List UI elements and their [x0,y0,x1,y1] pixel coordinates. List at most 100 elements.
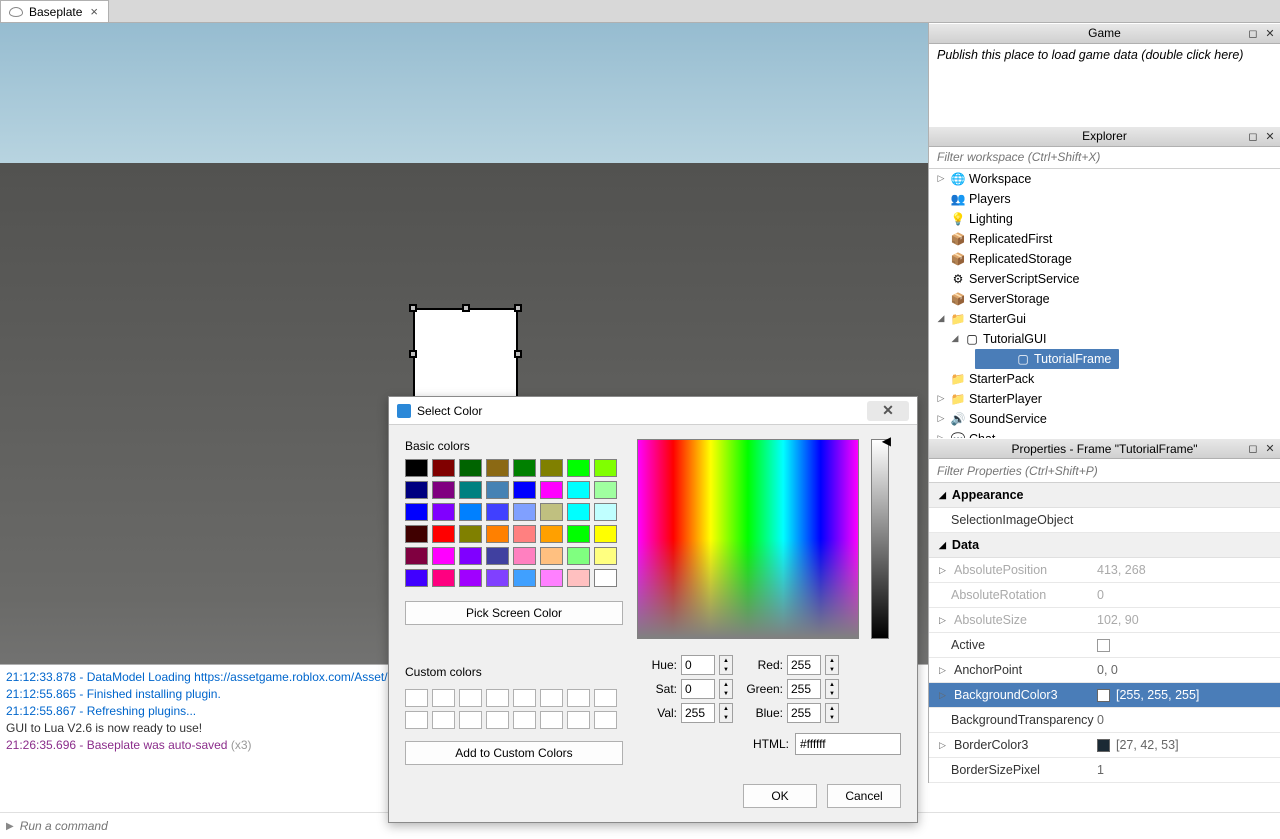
tree-item-replicatedfirst[interactable]: 📦ReplicatedFirst [929,229,1280,249]
tree-item-startergui[interactable]: ◢📁StarterGui [929,309,1280,329]
blue-input[interactable] [787,703,821,723]
basic-color-swatch[interactable] [540,547,563,565]
section-data[interactable]: ◢Data [929,533,1280,558]
value-strip[interactable] [871,439,889,639]
expand-arrow-icon[interactable]: ◢ [949,333,961,344]
expand-arrow-icon[interactable]: ▷ [935,173,947,184]
basic-color-swatch[interactable] [405,525,428,543]
basic-color-swatch[interactable] [459,547,482,565]
custom-color-slot[interactable] [594,689,617,707]
spinner[interactable]: ▲▼ [825,679,839,699]
undock-icon[interactable]: ◻ [1246,129,1260,143]
add-custom-color-button[interactable]: Add to Custom Colors [405,741,623,765]
sat-input[interactable] [681,679,715,699]
basic-color-swatch[interactable] [432,547,455,565]
explorer-filter-input[interactable] [929,147,1280,168]
custom-color-slot[interactable] [513,711,536,729]
undock-icon[interactable]: ◻ [1246,26,1260,40]
basic-color-swatch[interactable] [459,569,482,587]
basic-color-swatch[interactable] [567,569,590,587]
custom-color-slot[interactable] [486,689,509,707]
close-icon[interactable]: ✕ [1263,26,1277,40]
basic-color-swatch[interactable] [513,547,536,565]
html-input[interactable] [795,733,901,755]
basic-color-swatch[interactable] [459,459,482,477]
close-icon[interactable]: ✕ [1263,129,1277,143]
basic-color-swatch[interactable] [594,459,617,477]
basic-color-swatch[interactable] [594,569,617,587]
custom-color-slot[interactable] [405,689,428,707]
tree-item-serverstorage[interactable]: 📦ServerStorage [929,289,1280,309]
prop-backgroundtransparency[interactable]: BackgroundTransparency0 [929,708,1280,733]
basic-color-swatch[interactable] [486,547,509,565]
custom-color-slot[interactable] [432,689,455,707]
basic-color-swatch[interactable] [486,481,509,499]
basic-color-swatch[interactable] [540,525,563,543]
basic-color-swatch[interactable] [432,459,455,477]
tree-item-soundservice[interactable]: ▷🔊SoundService [929,409,1280,429]
green-input[interactable] [787,679,821,699]
properties-filter-input[interactable] [929,459,1280,482]
expand-arrow-icon[interactable]: ◢ [935,313,947,324]
basic-color-swatch[interactable] [594,481,617,499]
spinner[interactable]: ▲▼ [719,679,733,699]
prop-backgroundcolor3[interactable]: ▷BackgroundColor3[255, 255, 255] [929,683,1280,708]
dialog-titlebar[interactable]: Select Color ✕ [389,397,917,425]
hue-input[interactable] [681,655,715,675]
basic-color-swatch[interactable] [459,503,482,521]
basic-color-swatch[interactable] [405,569,428,587]
tree-item-chat[interactable]: ▷💬Chat [929,429,1280,439]
custom-color-slot[interactable] [459,711,482,729]
custom-color-slot[interactable] [432,711,455,729]
basic-color-swatch[interactable] [459,481,482,499]
basic-color-swatch[interactable] [513,525,536,543]
handle-top[interactable] [462,304,470,312]
undock-icon[interactable]: ◻ [1246,442,1260,456]
hue-sat-field[interactable] [637,439,859,639]
tab-close-icon[interactable]: × [88,4,100,19]
custom-color-slot[interactable] [594,711,617,729]
prop-active[interactable]: Active [929,633,1280,658]
val-input[interactable] [681,703,715,723]
basic-color-swatch[interactable] [513,459,536,477]
checkbox-icon[interactable] [1097,639,1110,652]
tab-baseplate[interactable]: Baseplate × [0,0,109,22]
expand-arrow-icon[interactable]: ▷ [935,413,947,424]
spinner[interactable]: ▲▼ [825,655,839,675]
custom-color-slot[interactable] [540,689,563,707]
custom-color-slot[interactable] [513,689,536,707]
custom-color-slot[interactable] [405,711,428,729]
prop-anchorpoint[interactable]: ▷AnchorPoint0, 0 [929,658,1280,683]
basic-color-swatch[interactable] [540,481,563,499]
basic-color-swatch[interactable] [594,525,617,543]
red-input[interactable] [787,655,821,675]
custom-color-slot[interactable] [567,711,590,729]
basic-color-swatch[interactable] [432,503,455,521]
tree-item-tutorialgui[interactable]: ◢▢TutorialGUI [929,329,1280,349]
basic-color-swatch[interactable] [432,525,455,543]
basic-color-swatch[interactable] [486,569,509,587]
pick-screen-color-button[interactable]: Pick Screen Color [405,601,623,625]
basic-color-swatch[interactable] [594,503,617,521]
basic-color-swatch[interactable] [594,547,617,565]
basic-color-swatch[interactable] [486,459,509,477]
spinner[interactable]: ▲▼ [719,655,733,675]
game-panel-body[interactable]: Publish this place to load game data (do… [929,44,1280,126]
close-icon[interactable]: ✕ [867,401,909,421]
tree-item-starterplayer[interactable]: ▷📁StarterPlayer [929,389,1280,409]
basic-color-swatch[interactable] [540,503,563,521]
basic-color-swatch[interactable] [513,481,536,499]
handle-right[interactable] [514,350,522,358]
value-arrow-icon[interactable]: ◀ [882,434,891,448]
handle-top-right[interactable] [514,304,522,312]
cancel-button[interactable]: Cancel [827,784,901,808]
tree-item-players[interactable]: 👥Players [929,189,1280,209]
basic-color-swatch[interactable] [486,503,509,521]
custom-color-slot[interactable] [486,711,509,729]
basic-color-swatch[interactable] [540,459,563,477]
basic-color-swatch[interactable] [567,547,590,565]
close-icon[interactable]: ✕ [1263,442,1277,456]
tree-item-tutorialframe[interactable]: ▢TutorialFrame [975,349,1119,369]
expand-arrow-icon[interactable]: ▷ [935,393,947,404]
basic-color-swatch[interactable] [486,525,509,543]
